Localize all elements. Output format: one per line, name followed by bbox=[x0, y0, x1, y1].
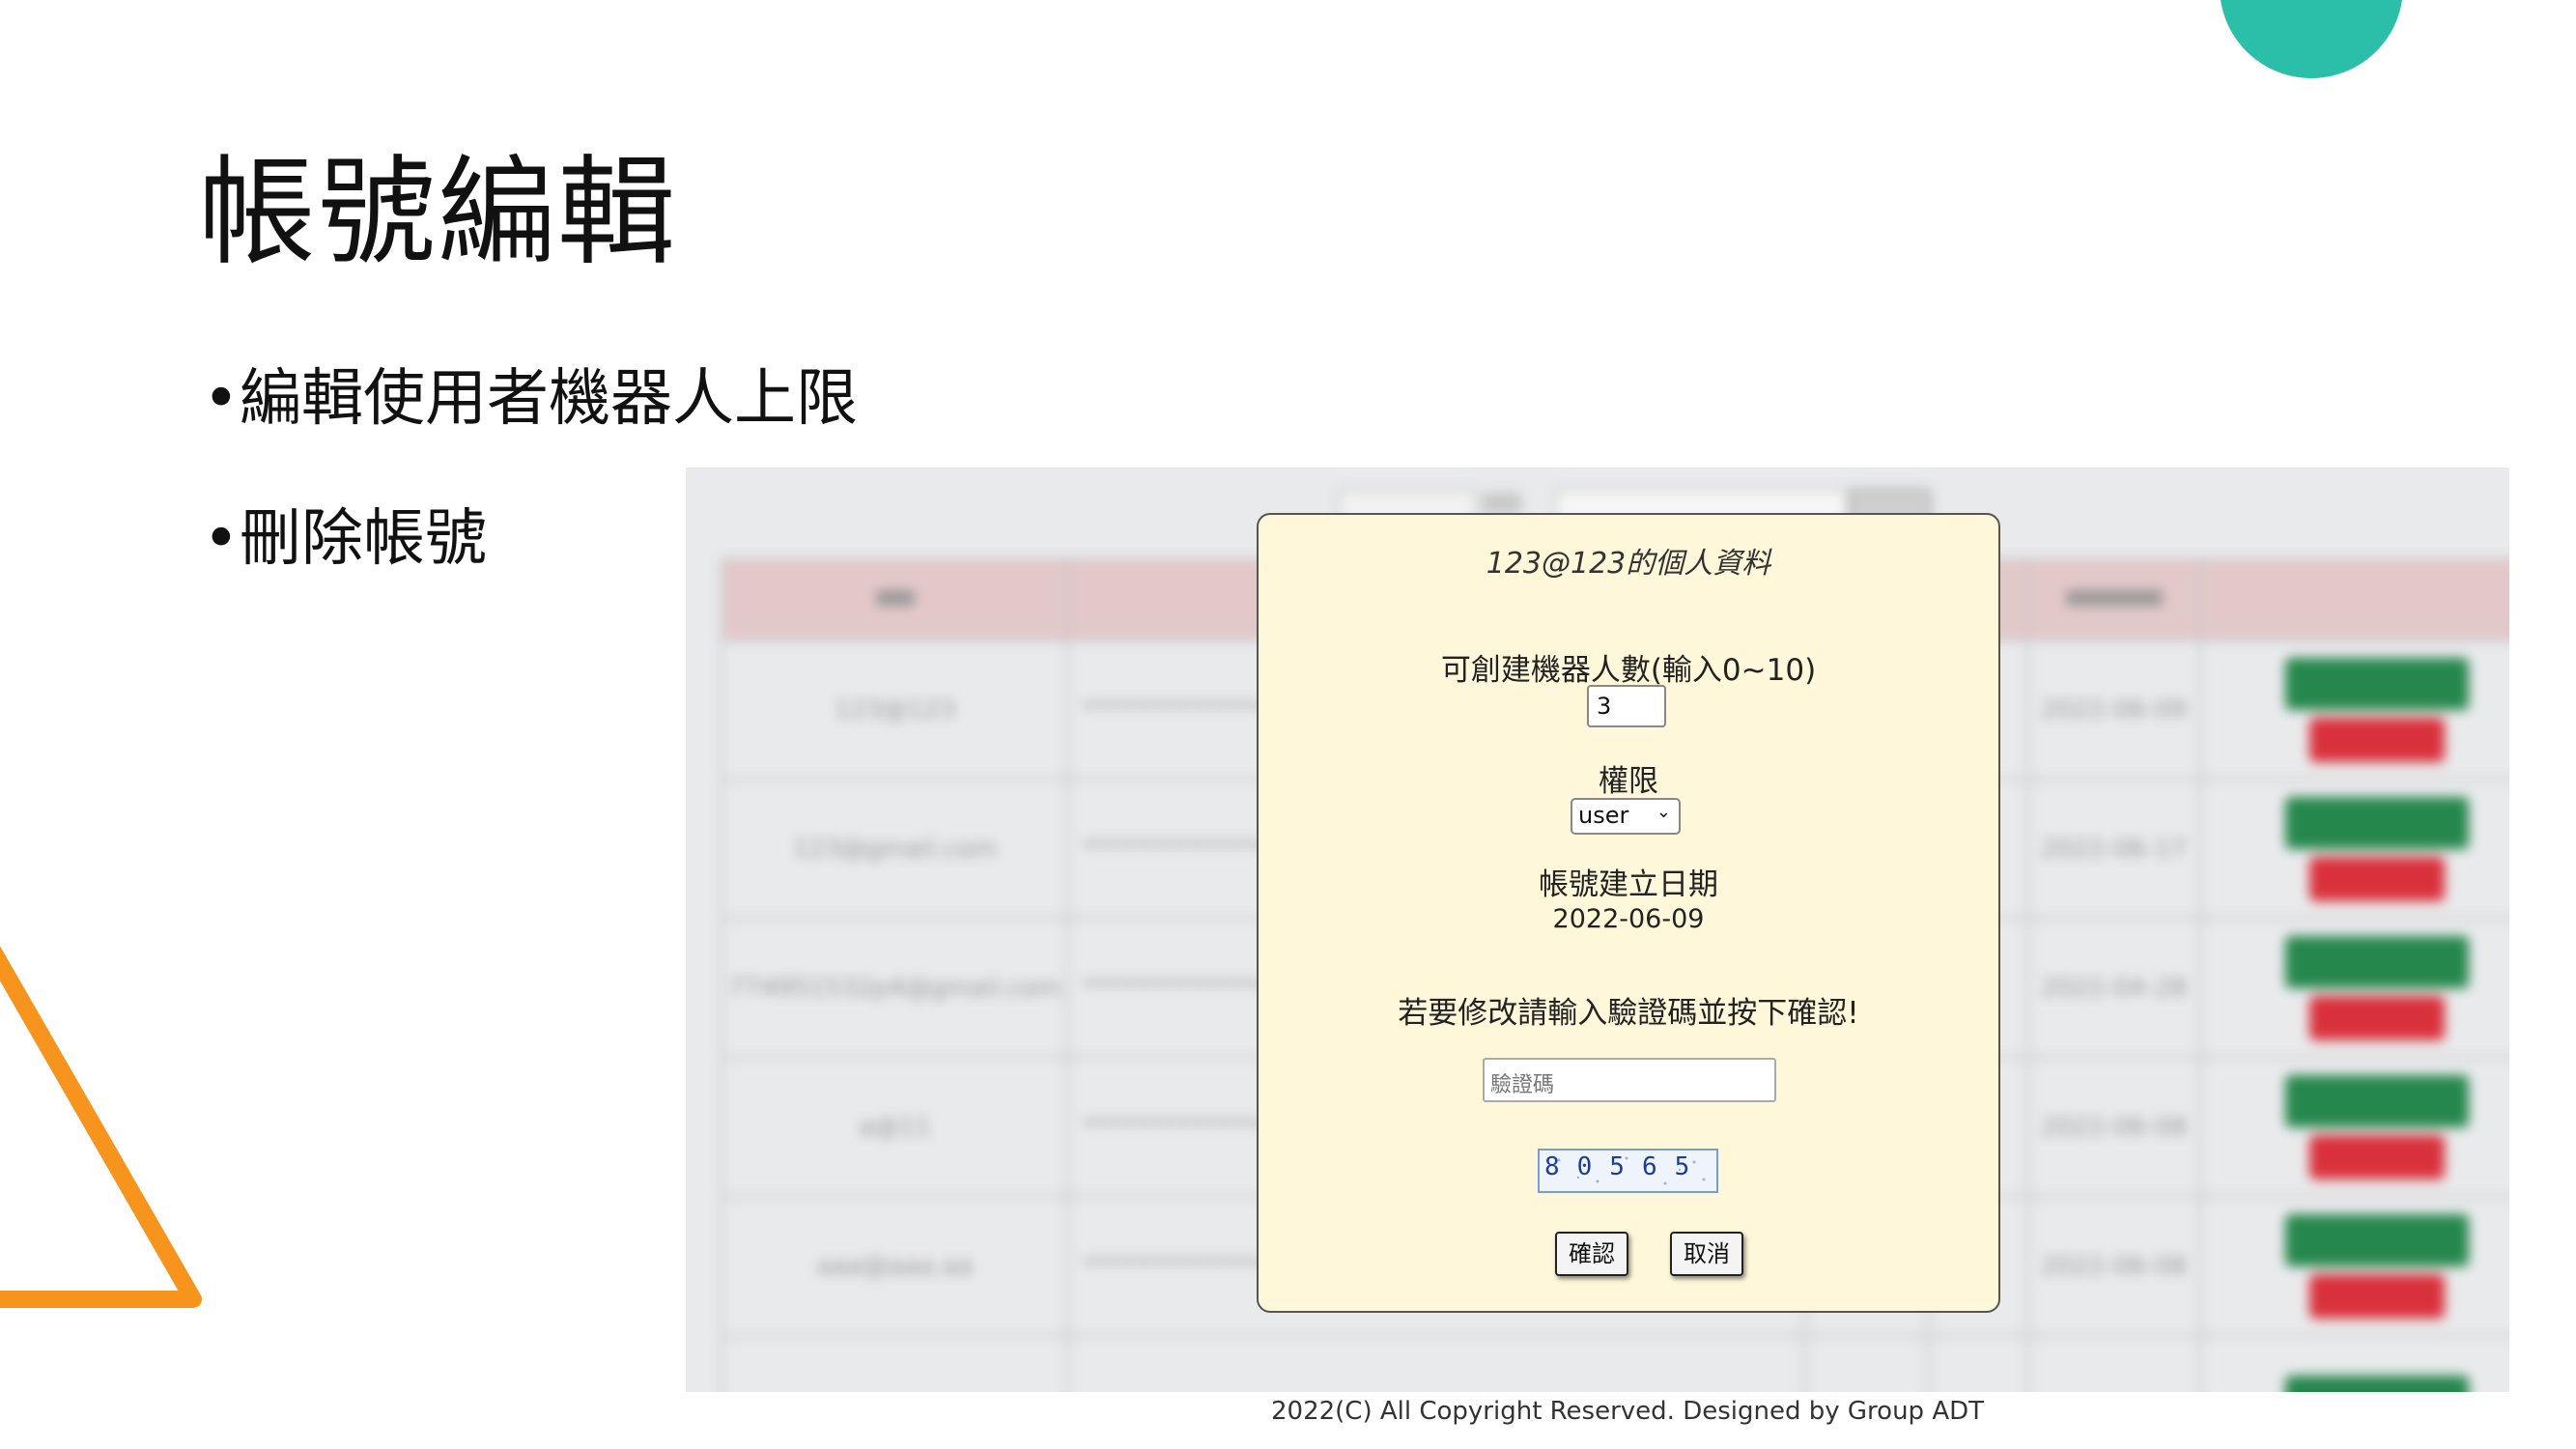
col-header-date bbox=[2026, 558, 2201, 641]
captcha-instruction: 若要修改請輸入驗證碼並按下確認! bbox=[1398, 996, 1859, 1031]
cell-date: 2022-06-08 bbox=[2026, 1195, 2201, 1337]
cell-actions bbox=[2198, 1195, 2509, 1337]
copyright-footer: 2022(C) All Copyright Reserved. Designed… bbox=[1270, 1397, 1985, 1426]
cell-account: aaa@aaa.aa bbox=[721, 1195, 1069, 1337]
decorative-orange-triangle bbox=[0, 946, 202, 1308]
permission-value: user bbox=[1578, 802, 1629, 829]
cell-date: 2022-06-08 bbox=[2026, 1056, 2201, 1198]
table-row bbox=[721, 1334, 2509, 1392]
profile-modal: 123@123的個人資料 可創建機器人數(輸入0~10) 3 權限 user ⌄ … bbox=[1257, 513, 2000, 1313]
cancel-button[interactable]: 取消 bbox=[1670, 1232, 1743, 1276]
chevron-down-icon: ⌄ bbox=[1656, 802, 1671, 822]
bullet-text: 編輯使用者機器人上限 bbox=[240, 363, 858, 435]
captcha-input[interactable]: 驗證碼 bbox=[1483, 1058, 1776, 1102]
permission-label: 權限 bbox=[1599, 764, 1658, 799]
cell-actions bbox=[2198, 1334, 2509, 1392]
cell-misc2 bbox=[1927, 1334, 2029, 1392]
bullet-item: •刪除帳號 bbox=[203, 503, 487, 575]
robots-limit-input[interactable]: 3 bbox=[1587, 685, 1666, 727]
cell-account: 774951532p4@gmail.com bbox=[721, 917, 1069, 1059]
delete-account-button[interactable] bbox=[2309, 717, 2445, 762]
bullet-text: 刪除帳號 bbox=[240, 503, 487, 575]
delete-account-button[interactable] bbox=[2309, 1134, 2445, 1179]
search-label bbox=[1483, 493, 1521, 514]
col-header-account bbox=[721, 558, 1069, 641]
created-date-label: 帳號建立日期 bbox=[1539, 867, 1718, 902]
cell-password bbox=[1066, 1334, 1806, 1392]
edit-account-button[interactable] bbox=[2285, 1375, 2469, 1392]
col-header-actions bbox=[2198, 558, 2509, 641]
cell-actions bbox=[2198, 778, 2509, 920]
confirm-button[interactable]: 確認 bbox=[1555, 1232, 1628, 1276]
modal-title: 123@123的個人資料 bbox=[1486, 547, 1771, 581]
cell-date: 2022-06-09 bbox=[2026, 639, 2201, 781]
edit-account-button[interactable] bbox=[2285, 657, 2469, 710]
cell-account: 123@gmail.com bbox=[721, 778, 1069, 920]
permission-select[interactable]: user ⌄ bbox=[1571, 798, 1681, 835]
delete-account-button[interactable] bbox=[2309, 995, 2445, 1040]
delete-account-button[interactable] bbox=[2309, 1273, 2445, 1319]
slide-title: 帳號編輯 bbox=[198, 144, 677, 281]
cell-date: 2022-06-17 bbox=[2026, 778, 2201, 920]
cell-misc bbox=[1803, 1334, 1930, 1392]
edit-account-button[interactable] bbox=[2285, 1074, 2469, 1127]
cell-actions bbox=[2198, 917, 2509, 1059]
cell-date: 2022-04-28 bbox=[2026, 917, 2201, 1059]
edit-account-button[interactable] bbox=[2285, 1213, 2469, 1266]
cell-account: a@11 bbox=[721, 1056, 1069, 1198]
decorative-teal-circle bbox=[2220, 0, 2403, 78]
cell-actions bbox=[2198, 1056, 2509, 1198]
cell-date bbox=[2026, 1334, 2201, 1392]
robots-limit-label: 可創建機器人數(輸入0~10) bbox=[1440, 653, 1817, 688]
created-date-value: 2022-06-09 bbox=[1552, 904, 1705, 934]
edit-account-button[interactable] bbox=[2285, 796, 2469, 849]
cell-account bbox=[721, 1334, 1069, 1392]
delete-account-button[interactable] bbox=[2309, 856, 2445, 901]
cell-actions bbox=[2198, 639, 2509, 781]
captcha-text: 80565 bbox=[1544, 1152, 1708, 1181]
cell-account: 123@123 bbox=[721, 639, 1069, 781]
bullet-item: •編輯使用者機器人上限 bbox=[203, 363, 858, 435]
edit-account-button[interactable] bbox=[2285, 935, 2469, 988]
